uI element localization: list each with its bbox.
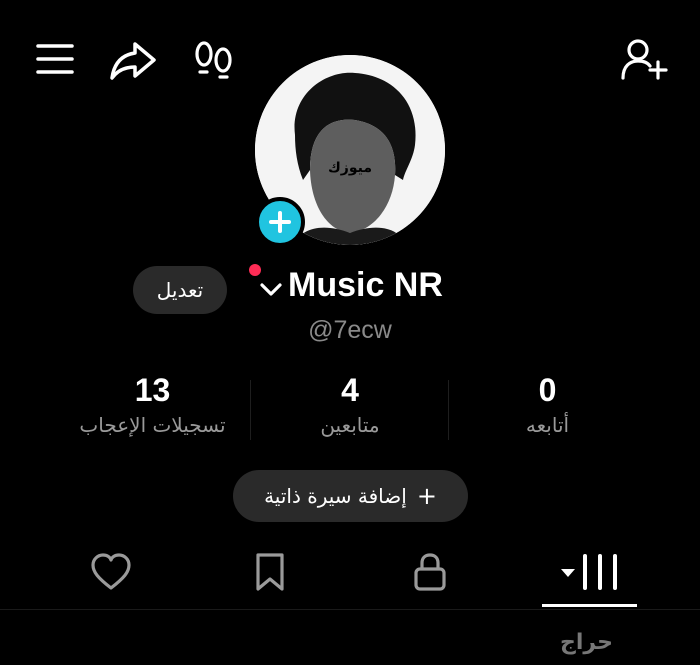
username-handle: @7ecw bbox=[308, 316, 392, 344]
tab-saved[interactable] bbox=[240, 548, 300, 596]
add-bio-button[interactable]: + إضافة سيرة ذاتية bbox=[233, 470, 468, 522]
chevron-down-icon[interactable] bbox=[258, 280, 284, 300]
stat-likes[interactable]: 13 تسجيلات الإعجاب bbox=[50, 372, 255, 437]
share-icon[interactable] bbox=[108, 40, 158, 82]
tab-videos[interactable] bbox=[556, 548, 626, 596]
edit-profile-button[interactable]: تعديل bbox=[133, 266, 227, 314]
add-friend-icon[interactable] bbox=[620, 38, 670, 82]
stat-divider bbox=[250, 380, 251, 440]
avatar-text: ميوزك bbox=[327, 160, 373, 176]
stat-likes-label: تسجيلات الإعجاب bbox=[79, 413, 226, 437]
stat-followers[interactable]: 4 متابعين bbox=[260, 372, 440, 437]
stat-likes-value: 13 bbox=[134, 372, 171, 408]
bookmark-icon bbox=[256, 553, 284, 591]
add-bio-plus-icon: + bbox=[416, 482, 437, 510]
stat-followers-label: متابعين bbox=[320, 413, 380, 437]
grid-icon bbox=[561, 554, 617, 590]
add-avatar-button[interactable] bbox=[255, 197, 305, 247]
watermark: حراج bbox=[560, 630, 613, 655]
active-tab-indicator bbox=[542, 604, 637, 607]
menu-icon[interactable] bbox=[35, 42, 75, 78]
stat-following[interactable]: 0 أتابعه bbox=[460, 372, 635, 437]
tab-private[interactable] bbox=[400, 548, 460, 596]
stat-following-value: 0 bbox=[538, 372, 557, 408]
stat-followers-value: 4 bbox=[341, 372, 359, 408]
stat-following-label: أتابعه bbox=[525, 413, 570, 437]
tab-liked[interactable] bbox=[81, 548, 141, 596]
tab-bar-divider bbox=[0, 609, 700, 610]
display-name[interactable]: Music NR bbox=[288, 266, 443, 305]
lock-icon bbox=[414, 553, 446, 591]
stat-divider bbox=[448, 380, 449, 440]
notification-dot bbox=[249, 264, 261, 276]
heart-icon bbox=[91, 553, 131, 590]
footprints-icon[interactable] bbox=[193, 40, 235, 80]
plus-icon bbox=[269, 211, 291, 233]
add-bio-label: إضافة سيرة ذاتية bbox=[264, 484, 407, 508]
